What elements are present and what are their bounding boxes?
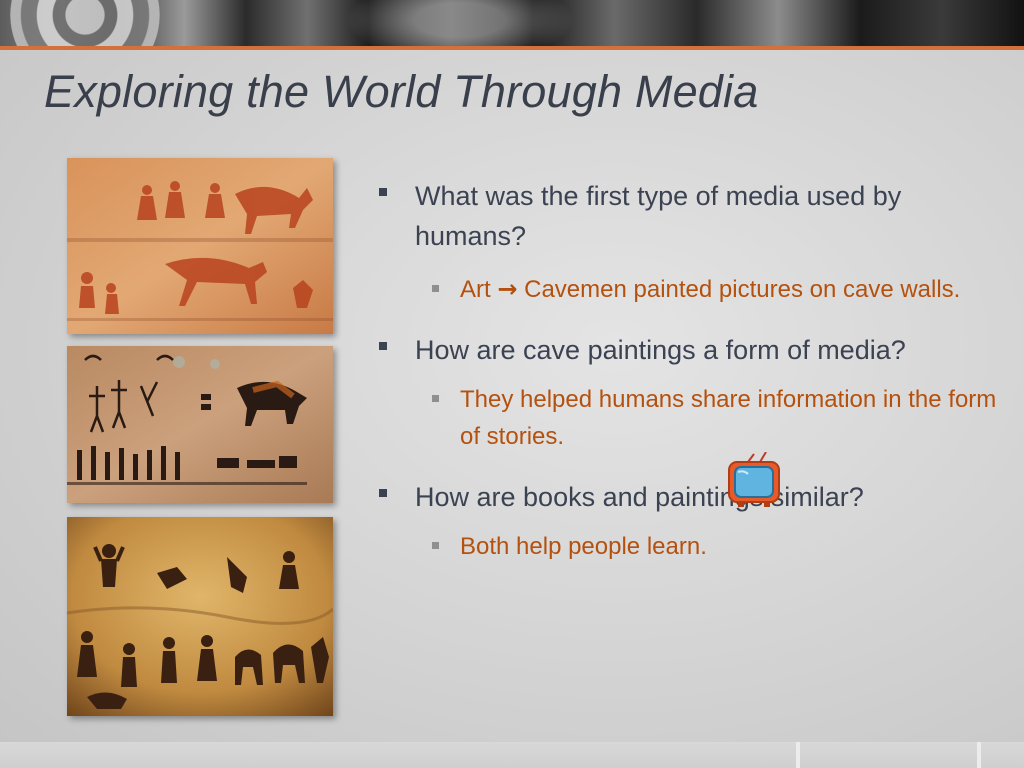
banner-swirl [300, 0, 620, 46]
bullet-text: What was the first type of media used by… [415, 181, 902, 251]
sub-bullet-item: Both help people learn. [432, 528, 1006, 565]
sub-bullet-item: They helped humans share information in … [432, 381, 1005, 455]
sub-bullet-marker [432, 542, 439, 549]
sub-bullet-text-start: Art [460, 276, 498, 303]
sub-bullet-marker [432, 285, 439, 292]
bullet-item: How are cave paintings a form of media? [376, 330, 1006, 370]
bullet-item: How are books and paintings similar? [376, 477, 1006, 517]
footer-divider [796, 742, 800, 768]
bullet-text: How are cave paintings a form of media? [415, 335, 906, 365]
footer-bar [0, 742, 1024, 768]
television-icon [728, 452, 780, 507]
arrow-right-icon: → [497, 275, 518, 303]
bullet-text: How are books and paintings similar? [415, 482, 864, 512]
header-banner [0, 0, 1024, 46]
wheel-graphic [10, 0, 160, 46]
bullet-list: What was the first type of media used by… [376, 176, 1006, 565]
cave-painting-red-figures [67, 158, 333, 334]
slide-title: Exploring the World Through Media [44, 66, 759, 117]
sub-bullet-item: Art → Cavemen painted pictures on cave w… [432, 271, 1000, 308]
bullet-item: What was the first type of media used by… [376, 176, 1006, 256]
footer-divider [977, 742, 981, 768]
sub-bullet-text: They helped humans share information in … [460, 386, 997, 450]
sub-bullet-text-end: Cavemen painted pictures on cave walls. [517, 276, 961, 303]
bullet-marker [379, 188, 387, 196]
sub-bullet-text: Both help people learn. [460, 533, 707, 560]
sub-bullet-marker [432, 395, 439, 402]
cave-painting-black-figures [67, 346, 333, 503]
bullet-marker [379, 489, 387, 497]
bullet-marker [379, 342, 387, 350]
cave-painting-dark-hunters [67, 517, 333, 716]
accent-divider [0, 46, 1024, 50]
